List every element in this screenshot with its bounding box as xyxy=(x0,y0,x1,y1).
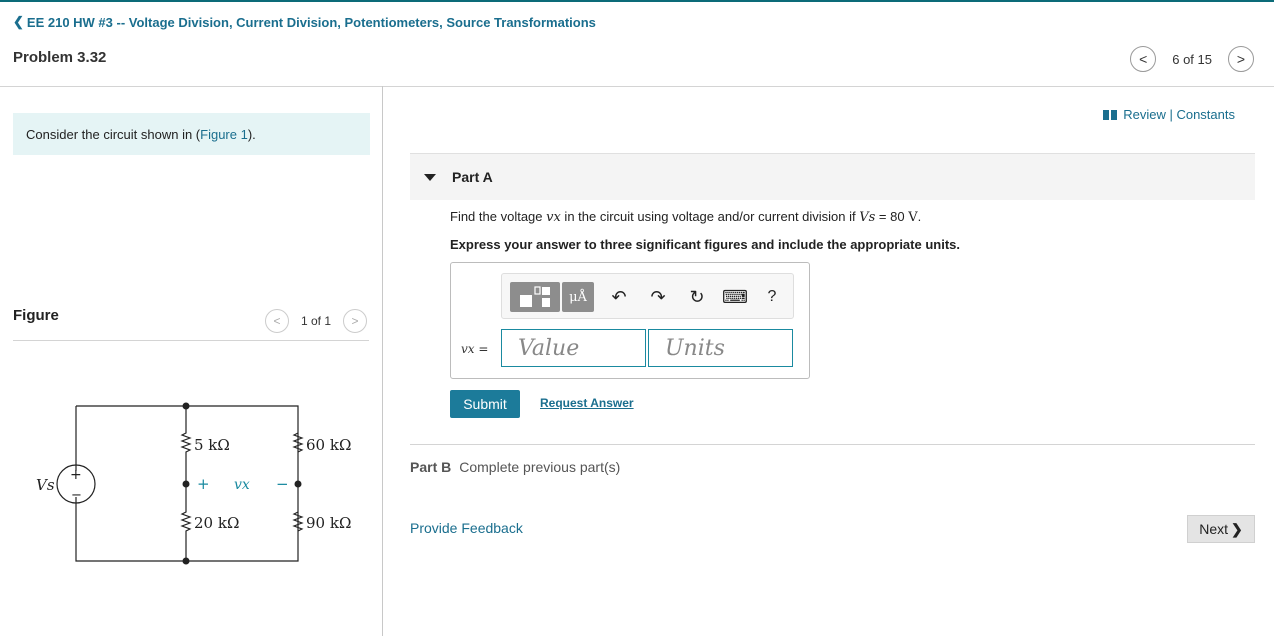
figure-pager: < 1 of 1 > xyxy=(265,309,368,333)
problem-intro: Consider the circuit shown in (Figure 1)… xyxy=(13,113,370,155)
chevron-right-icon: > xyxy=(1236,51,1246,67)
instruction-text: Express your answer to three significant… xyxy=(450,237,960,252)
part-a-header[interactable]: Part A xyxy=(410,153,1255,200)
keyboard-icon: ⌨ xyxy=(722,286,748,307)
header-divider xyxy=(0,86,1274,87)
column-divider xyxy=(382,86,383,636)
source-label: Vs xyxy=(36,476,55,494)
units-symbol-button[interactable]: μÅ xyxy=(562,282,594,312)
part-b-status: Complete previous part(s) xyxy=(459,459,621,475)
templates-button[interactable] xyxy=(510,282,560,312)
node-dot xyxy=(294,480,302,488)
next-problem-button[interactable]: > xyxy=(1228,46,1254,72)
question-unit: V xyxy=(908,210,918,225)
source-plus: + xyxy=(70,467,82,483)
resistor-r1 xyxy=(180,406,192,484)
value-input[interactable]: Value xyxy=(501,329,646,367)
r2-label: 60 kΩ xyxy=(306,436,351,454)
chevron-left-icon: < xyxy=(273,314,281,328)
vx-plus: + xyxy=(197,475,210,493)
part-b-divider xyxy=(410,444,1255,445)
problem-pager: < 6 of 15 > xyxy=(1130,46,1254,72)
math-toolbar: μÅ ↶ ↷ ↻ ⌨ ? xyxy=(501,273,794,319)
figure-link[interactable]: Figure 1 xyxy=(200,127,248,142)
intro-text-end: ). xyxy=(247,127,256,142)
question-pre: Find the voltage xyxy=(450,209,547,224)
source-minus: − xyxy=(71,488,82,503)
chevron-right-icon: > xyxy=(351,314,359,328)
help-icon: ? xyxy=(767,288,777,305)
chevron-right-icon: ❯ xyxy=(1231,520,1243,537)
chevron-left-icon: ❮ xyxy=(13,14,24,29)
figure-divider xyxy=(13,340,369,341)
undo-icon: ↶ xyxy=(611,286,627,307)
breadcrumb-label: EE 210 HW #3 -- Voltage Division, Curren… xyxy=(26,14,596,30)
prev-problem-button[interactable]: < xyxy=(1130,46,1157,72)
question-mid: in the circuit using voltage and/or curr… xyxy=(560,209,860,224)
part-b-label: Part B xyxy=(410,459,452,475)
reset-icon: ↻ xyxy=(689,286,705,307)
node-dot xyxy=(182,480,190,488)
part-b-row: Part B Complete previous part(s) xyxy=(410,459,620,475)
question-end: . xyxy=(917,209,922,224)
undo-button[interactable]: ↶ xyxy=(604,282,634,312)
question-text: Find the voltage vx in the circuit using… xyxy=(450,209,921,225)
circuit-diagram: + − Vs 5 kΩ 60 kΩ 20 kΩ 90 kΩ + vx − xyxy=(36,402,351,565)
provide-feedback-link[interactable]: Provide Feedback xyxy=(410,520,523,536)
request-answer-link[interactable]: Request Answer xyxy=(540,396,634,410)
book-icon xyxy=(1103,109,1118,120)
node-dot xyxy=(182,402,190,410)
question-vs: Vs xyxy=(859,210,876,225)
next-figure-button[interactable]: > xyxy=(343,309,368,333)
question-variable: vx xyxy=(546,210,561,225)
r3-label: 20 kΩ xyxy=(194,514,239,532)
page-title: Problem 3.32 xyxy=(13,49,107,66)
intro-text: Consider the circuit shown in ( xyxy=(26,127,201,142)
figure-heading: Figure xyxy=(13,307,59,324)
submit-button[interactable]: Submit xyxy=(450,390,520,418)
next-label: Next xyxy=(1199,521,1229,537)
resistor-r3 xyxy=(180,484,192,561)
node-dot xyxy=(182,557,190,565)
review-label: Review | Constants xyxy=(1123,107,1235,122)
vx-minus: − xyxy=(276,475,289,493)
next-button[interactable]: Next ❯ xyxy=(1187,515,1255,543)
answer-label: vx = xyxy=(461,342,489,356)
figure-counter: 1 of 1 xyxy=(301,314,332,328)
breadcrumb[interactable]: ❮ EE 210 HW #3 -- Voltage Division, Curr… xyxy=(13,14,596,30)
units-input[interactable]: Units xyxy=(648,329,793,367)
part-a-label: Part A xyxy=(452,169,493,185)
prev-figure-button[interactable]: < xyxy=(265,309,289,333)
redo-button[interactable]: ↷ xyxy=(643,282,673,312)
r1-label: 5 kΩ xyxy=(194,436,230,454)
redo-icon: ↷ xyxy=(650,286,666,307)
reset-button[interactable]: ↻ xyxy=(682,282,712,312)
answer-panel: μÅ ↶ ↷ ↻ ⌨ ? vx = Value Units xyxy=(450,262,810,379)
help-button[interactable]: ? xyxy=(757,282,787,312)
question-eq: = 80 xyxy=(875,209,909,224)
keyboard-button[interactable]: ⌨ xyxy=(720,282,750,312)
r4-label: 90 kΩ xyxy=(306,514,351,532)
problem-counter: 6 of 15 xyxy=(1172,51,1212,67)
top-accent-rule xyxy=(0,0,1274,2)
chevron-left-icon: < xyxy=(1139,51,1148,67)
templates-icon xyxy=(520,286,550,307)
collapse-triangle-icon[interactable] xyxy=(424,173,436,181)
review-constants-link[interactable]: Review | Constants xyxy=(1103,107,1235,122)
vx-label: vx xyxy=(234,477,250,493)
